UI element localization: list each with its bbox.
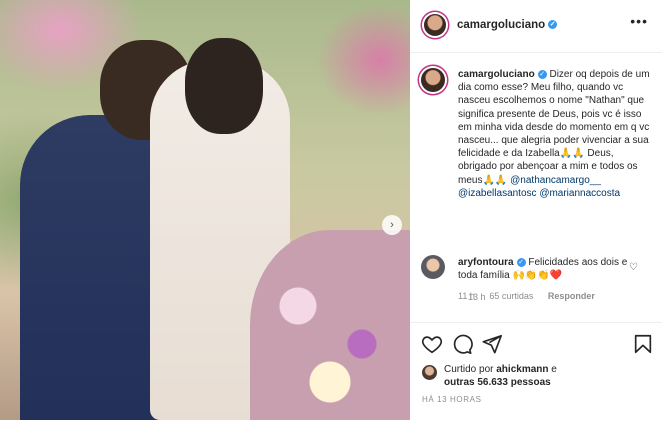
caption-avatar[interactable] <box>421 68 445 92</box>
liked-by-text: Curtido por ahickmann e outras 56.633 pe… <box>444 363 644 389</box>
heart-icon[interactable] <box>421 333 443 355</box>
caption-text: camargoluciano ✓ Dizer oq depois de um di… <box>458 68 650 200</box>
share-icon[interactable] <box>481 333 503 355</box>
mention-link[interactable]: @mariannaccosta <box>539 188 620 199</box>
verified-icon: ✓ <box>516 257 526 267</box>
mention-link[interactable]: @nathancamargo__ <box>510 175 601 186</box>
verified-icon: ✓ <box>548 20 558 30</box>
comment-icon[interactable] <box>451 333 473 355</box>
comment-timestamp[interactable]: 11 h <box>458 291 475 301</box>
next-photo-button[interactable]: › <box>382 215 402 235</box>
liked-by-prefix: Curtido por <box>444 364 494 375</box>
author-username-text[interactable]: camargoluciano <box>457 19 545 31</box>
liked-by-others[interactable]: outras 56.633 pessoas <box>444 377 551 388</box>
liker-avatar[interactable] <box>422 365 437 380</box>
commenter-avatar[interactable] <box>421 255 445 279</box>
comment-item: aryfontoura ✓ Felicidades aos dois e toda… <box>420 254 652 304</box>
liked-by-mid: e <box>551 364 557 375</box>
comment-like-heart-icon[interactable]: ♡ <box>629 262 638 273</box>
comment-text: aryfontoura ✓ Felicidades aos dois e toda… <box>458 256 638 282</box>
photo-bride-head-shape <box>185 38 263 134</box>
bookmark-icon[interactable] <box>632 333 654 355</box>
author-avatar[interactable] <box>424 14 446 36</box>
caption-username[interactable]: camargoluciano <box>458 69 535 80</box>
chevron-right-icon: › <box>390 219 394 231</box>
post-side-panel: camargoluciano ✓ ••• camargoluciano ✓ Dize… <box>410 0 662 420</box>
comment-likes-count[interactable]: 65 curtidas <box>489 291 533 301</box>
mention-link[interactable]: @izabellasantosc <box>458 188 537 199</box>
reply-button[interactable]: Responder <box>548 291 595 301</box>
caption-body: Dizer oq depois de um dia como esse? Meu… <box>458 69 650 186</box>
more-icon[interactable]: ••• <box>630 13 648 29</box>
post-photo[interactable]: › <box>0 0 410 420</box>
post-header: camargoluciano ✓ ••• <box>410 0 662 53</box>
commenter-username[interactable]: aryfontoura <box>458 257 514 268</box>
liked-by-user[interactable]: ahickmann <box>496 364 548 375</box>
post-timestamp[interactable]: HÁ 13 HORAS <box>422 395 482 404</box>
post-actions: Curtido por ahickmann e outras 56.633 pe… <box>410 322 662 421</box>
comment-meta: 11 h 65 curtidas Responder <box>458 291 607 301</box>
author-username[interactable]: camargoluciano ✓ <box>457 19 558 31</box>
verified-icon: ✓ <box>537 69 547 79</box>
photo-flowers-shape <box>250 230 410 420</box>
